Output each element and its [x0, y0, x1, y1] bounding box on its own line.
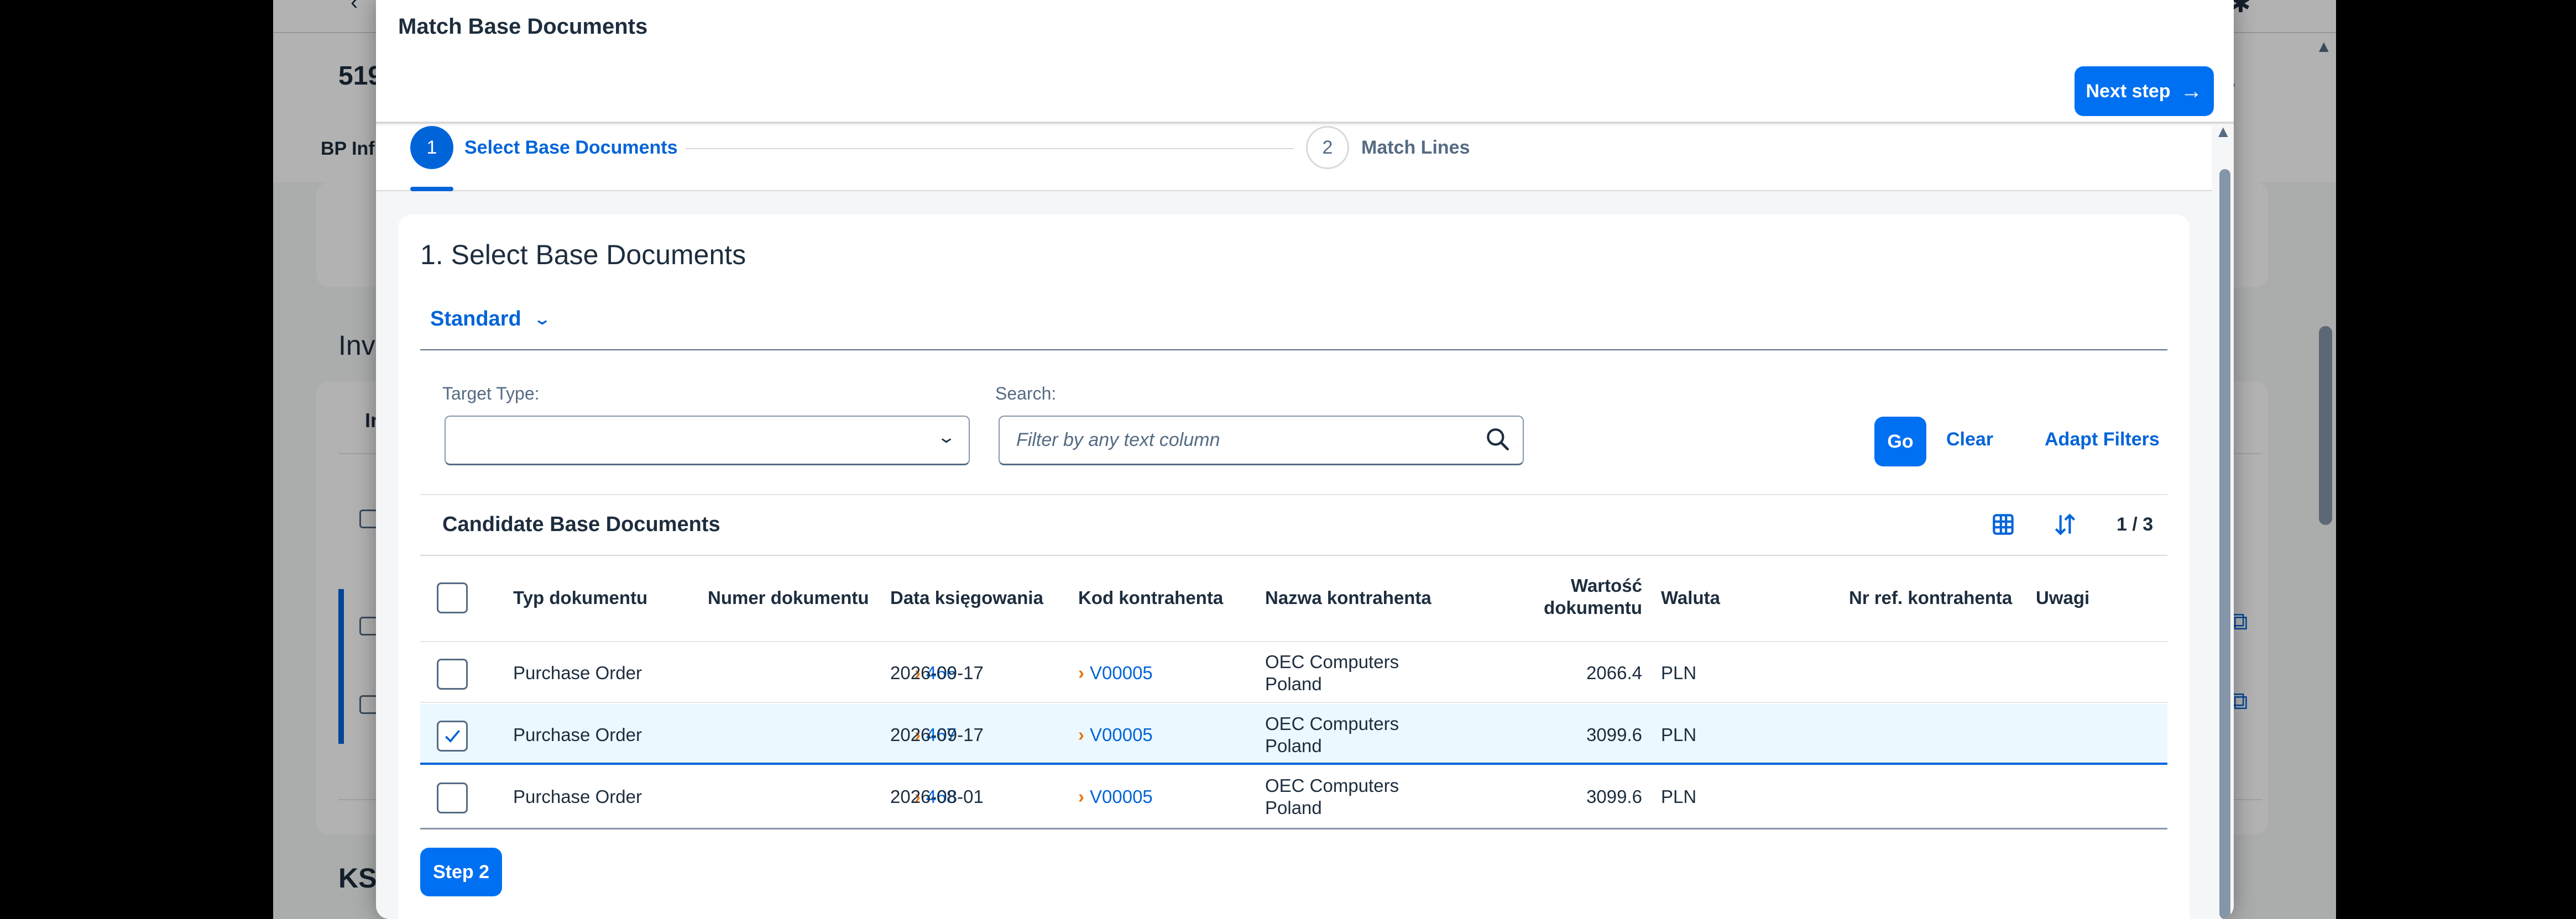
chevron-down-icon[interactable]: ⌄: [937, 428, 956, 447]
cell-data: 2026-08-01: [890, 786, 984, 807]
column-header-wartosc-line1: Wartość: [1571, 575, 1642, 596]
dialog-header: Match Base Documents Next step →: [376, 0, 2234, 124]
column-header-wartosc-line2: dokumentu: [1544, 597, 1642, 618]
wizard-step-2-label[interactable]: Match Lines: [1361, 137, 1470, 159]
wizard-step-1-label[interactable]: Select Base Documents: [464, 137, 678, 159]
cell-nazwa-line2: Poland: [1265, 797, 1322, 818]
column-header-nr-ref[interactable]: Nr ref. kontrahenta: [1849, 587, 2012, 609]
wizard-active-step-indicator: [410, 187, 453, 191]
wizard-step-2-number[interactable]: 2: [1306, 126, 1349, 169]
next-step-button[interactable]: Next step →: [2075, 66, 2214, 116]
cell-typ: Purchase Order: [513, 786, 642, 807]
cell-kod-link[interactable]: › V00005: [1078, 724, 1153, 746]
adapt-filters-button[interactable]: Adapt Filters: [2045, 429, 2160, 450]
chevron-right-icon: ›: [1078, 724, 1084, 745]
sort-icon[interactable]: [2051, 511, 2079, 538]
column-header-waluta[interactable]: Waluta: [1661, 587, 1720, 609]
dialog-scroll-up-icon[interactable]: ▲: [2215, 123, 2232, 141]
search-label: Search:: [995, 384, 1057, 403]
cell-nazwa-line2: Poland: [1265, 736, 1322, 756]
chevron-right-icon: ›: [1078, 663, 1084, 683]
cell-nazwa: OEC Computers Poland: [1265, 651, 1399, 695]
wizard-step-connector: [686, 148, 1294, 149]
chevron-down-icon: ⌄: [533, 311, 551, 328]
clear-button[interactable]: Clear: [1946, 429, 1993, 450]
go-button[interactable]: Go: [1874, 417, 1926, 466]
chevron-right-icon: ›: [1078, 786, 1084, 807]
search-input[interactable]: [999, 416, 1524, 465]
cell-nazwa-line1: OEC Computers: [1265, 652, 1399, 672]
cell-waluta: PLN: [1661, 724, 1697, 745]
column-header-wartosc[interactable]: Wartość dokumentu: [1438, 575, 1642, 619]
select-base-documents-card: 1. Select Base Documents Standard ⌄ Targ…: [398, 214, 2190, 919]
wizard-step-1-number[interactable]: 1: [410, 126, 453, 169]
cell-wartosc: 3099.6: [1586, 724, 1642, 745]
column-header-nazwa[interactable]: Nazwa kontrahenta: [1265, 587, 1431, 609]
variant-divider: [420, 349, 2167, 350]
cell-data: 2026-09-17: [890, 663, 984, 683]
target-type-select[interactable]: ⌄: [445, 416, 970, 465]
table-bottom-border: [420, 828, 2167, 829]
cell-data: 2026-09-17: [890, 724, 984, 745]
cell-typ: Purchase Order: [513, 663, 642, 683]
variant-name: Standard: [430, 307, 521, 330]
cell-waluta: PLN: [1661, 663, 1697, 683]
section-title: 1. Select Base Documents: [420, 239, 746, 270]
column-header-typ[interactable]: Typ dokumentu: [513, 587, 647, 609]
cell-wartosc: 3099.6: [1586, 786, 1642, 807]
row-checkbox[interactable]: [437, 783, 468, 813]
cell-nazwa-line2: Poland: [1265, 674, 1322, 694]
dialog-title: Match Base Documents: [398, 14, 648, 39]
cell-kod[interactable]: V00005: [1090, 663, 1153, 683]
variant-selector[interactable]: Standard ⌄: [430, 307, 551, 331]
arrow-right-icon: →: [2180, 79, 2203, 103]
column-header-uwagi[interactable]: Uwagi: [2036, 587, 2089, 609]
filter-table-divider: [420, 494, 2167, 495]
next-step-label: Next step: [2086, 80, 2171, 102]
cell-typ: Purchase Order: [513, 724, 642, 745]
cell-nazwa-line1: OEC Computers: [1265, 713, 1399, 734]
table-page-count: 1 / 3: [2117, 514, 2154, 535]
wizard-progress-bar: 1 Select Base Documents 2 Match Lines: [376, 126, 2212, 191]
table-toolbar-divider: [420, 555, 2167, 556]
match-base-documents-dialog: Match Base Documents Next step → 1 Selec…: [376, 0, 2234, 919]
checkmark-icon: [445, 729, 460, 743]
dialog-scrollbar-thumb[interactable]: [2219, 169, 2230, 919]
cell-waluta: PLN: [1661, 786, 1697, 807]
table-title: Candidate Base Documents: [442, 513, 720, 536]
search-icon[interactable]: [1484, 426, 1512, 453]
cell-kod[interactable]: V00005: [1090, 786, 1153, 807]
column-header-kod[interactable]: Kod kontrahenta: [1078, 587, 1223, 609]
column-header-data[interactable]: Data księgowania: [890, 587, 1043, 609]
target-type-label: Target Type:: [442, 384, 540, 403]
table-settings-icon[interactable]: [1989, 511, 2017, 538]
row-checkbox[interactable]: [437, 659, 468, 690]
cell-nazwa-line1: OEC Computers: [1265, 775, 1399, 796]
cell-nazwa: OEC Computers Poland: [1265, 775, 1399, 819]
column-header-numer[interactable]: Numer dokumentu: [708, 587, 869, 609]
cell-wartosc: 2066.4: [1586, 663, 1642, 683]
cell-kod-link[interactable]: › V00005: [1078, 786, 1153, 808]
row-checkbox-checked[interactable]: [437, 721, 468, 752]
cell-nazwa: OEC Computers Poland: [1265, 713, 1399, 757]
cell-kod[interactable]: V00005: [1090, 724, 1153, 745]
step-2-button[interactable]: Step 2: [420, 848, 502, 896]
cell-kod-link[interactable]: › V00005: [1078, 662, 1153, 684]
select-all-checkbox[interactable]: [437, 582, 468, 613]
